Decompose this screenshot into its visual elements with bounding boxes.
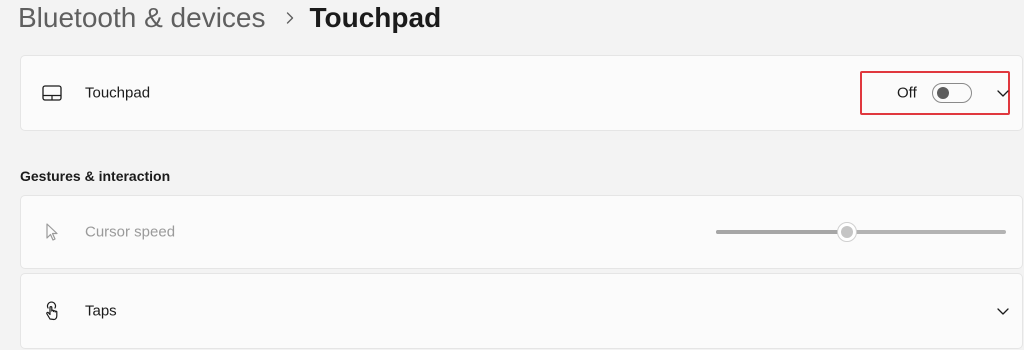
toggle-state-text: Off [897,84,917,102]
cursor-speed-card: Cursor speed [20,195,1023,269]
slider-thumb-inner [840,226,853,238]
taps-label: Taps [85,302,117,320]
touchpad-label: Touchpad [85,84,151,102]
chevron-right-icon [285,11,295,25]
tap-hand-icon [41,300,63,322]
cursor-speed-slider[interactable] [716,222,1006,242]
chevron-down-icon[interactable] [995,303,1011,319]
cursor-speed-label: Cursor speed [85,223,176,241]
touchpad-setting-card[interactable]: Touchpad Off [20,55,1023,131]
breadcrumb-parent-link[interactable]: Bluetooth & devices [18,2,266,34]
toggle-knob [937,87,949,99]
slider-fill [716,230,847,234]
chevron-down-icon[interactable] [995,85,1011,101]
page-title: Touchpad [309,2,442,33]
taps-setting-card[interactable]: Taps [20,273,1023,349]
slider-thumb[interactable] [836,222,857,242]
gestures-section-heading: Gestures & interaction [20,168,171,184]
cursor-pointer-icon [41,221,63,243]
touchpad-toggle[interactable] [932,83,972,103]
touchpad-icon [41,82,63,104]
breadcrumb: Bluetooth & devices Touchpad [18,0,441,36]
